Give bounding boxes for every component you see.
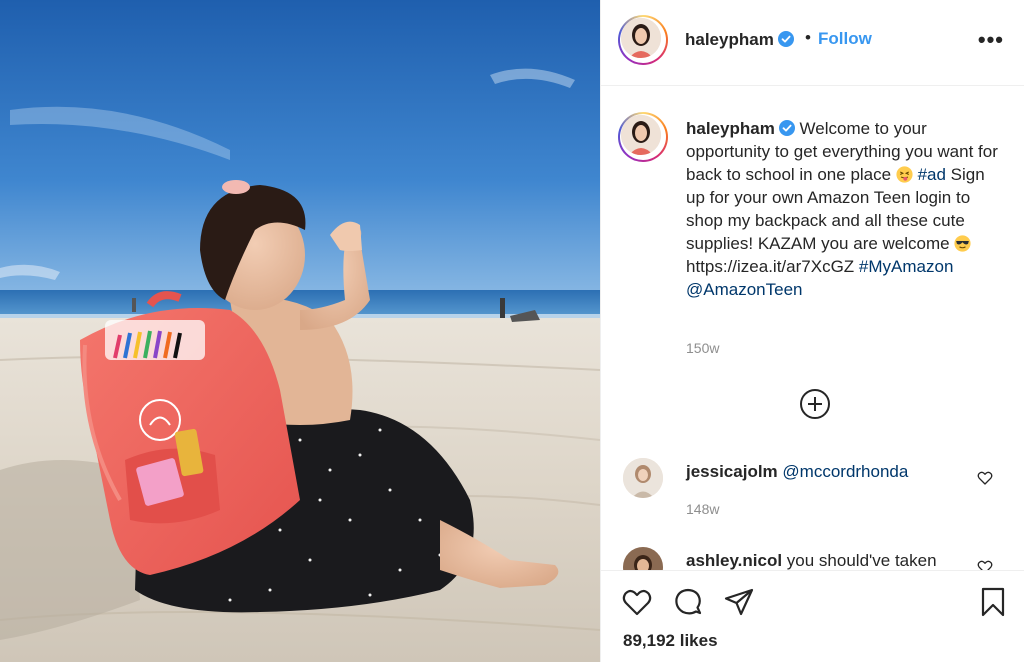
comment-body: you should've taken bbox=[786, 551, 937, 570]
comment-mention[interactable]: @mccordrhonda bbox=[782, 462, 908, 481]
sunglasses-emoji-icon bbox=[954, 235, 971, 252]
avatar-image bbox=[623, 458, 663, 498]
comment-timestamp[interactable]: 148w bbox=[686, 501, 719, 517]
post-actions: 89,192 likes bbox=[601, 570, 1024, 662]
verified-badge-icon bbox=[777, 31, 794, 47]
like-heart-icon[interactable] bbox=[621, 586, 653, 618]
caption-link[interactable]: https://izea.it/ar7XcGZ bbox=[686, 257, 854, 276]
beach-photo bbox=[0, 0, 600, 662]
heart-icon[interactable] bbox=[977, 559, 993, 570]
follow-button[interactable]: Follow bbox=[818, 29, 872, 49]
hashtag-myamazon-link[interactable]: #MyAmazon bbox=[859, 257, 953, 276]
save-bookmark-icon[interactable] bbox=[977, 586, 1009, 618]
share-paper-plane-icon[interactable] bbox=[723, 586, 755, 618]
avatar-image bbox=[623, 547, 663, 570]
load-more-comments-icon[interactable] bbox=[799, 388, 831, 420]
commenter-avatar[interactable] bbox=[623, 458, 663, 498]
post-sidebar: haleypham • Follow ••• haleypham Welcome… bbox=[600, 0, 1024, 662]
comment-text: ashley.nicol you should've taken bbox=[686, 551, 937, 570]
separator-dot: • bbox=[805, 28, 811, 47]
comment-text: jessicajolm @mccordrhonda bbox=[686, 462, 908, 482]
verified-badge-icon bbox=[778, 120, 795, 136]
comment-username[interactable]: ashley.nicol bbox=[686, 551, 782, 570]
avatar-image bbox=[621, 18, 661, 58]
caption-timestamp[interactable]: 150w bbox=[686, 340, 719, 356]
comment-username[interactable]: jessicajolm bbox=[686, 462, 778, 481]
commenter-avatar[interactable] bbox=[623, 547, 663, 570]
caption-username[interactable]: haleypham bbox=[686, 119, 775, 138]
post-header: haleypham • Follow ••• bbox=[601, 0, 1024, 86]
mention-amazonteen-link[interactable]: @AmazonTeen bbox=[686, 280, 803, 299]
caption-avatar[interactable] bbox=[618, 112, 668, 162]
caption-text: haleypham Welcome to your opportunity to… bbox=[686, 117, 1006, 301]
post-photo[interactable] bbox=[0, 0, 600, 662]
comment-bubble-icon[interactable] bbox=[672, 586, 704, 618]
heart-icon[interactable] bbox=[977, 470, 993, 486]
avatar[interactable] bbox=[618, 15, 668, 65]
face-with-tongue-emoji-icon bbox=[896, 166, 913, 183]
more-options-icon[interactable]: ••• bbox=[978, 29, 1004, 51]
hashtag-ad-link[interactable]: #ad bbox=[918, 165, 946, 184]
likes-count[interactable]: 89,192 likes bbox=[623, 631, 718, 651]
avatar-image bbox=[621, 115, 661, 155]
comments-list: jessicajolm @mccordrhonda 148w ashley.ni… bbox=[601, 440, 1024, 570]
header-username[interactable]: haleypham bbox=[685, 30, 794, 50]
